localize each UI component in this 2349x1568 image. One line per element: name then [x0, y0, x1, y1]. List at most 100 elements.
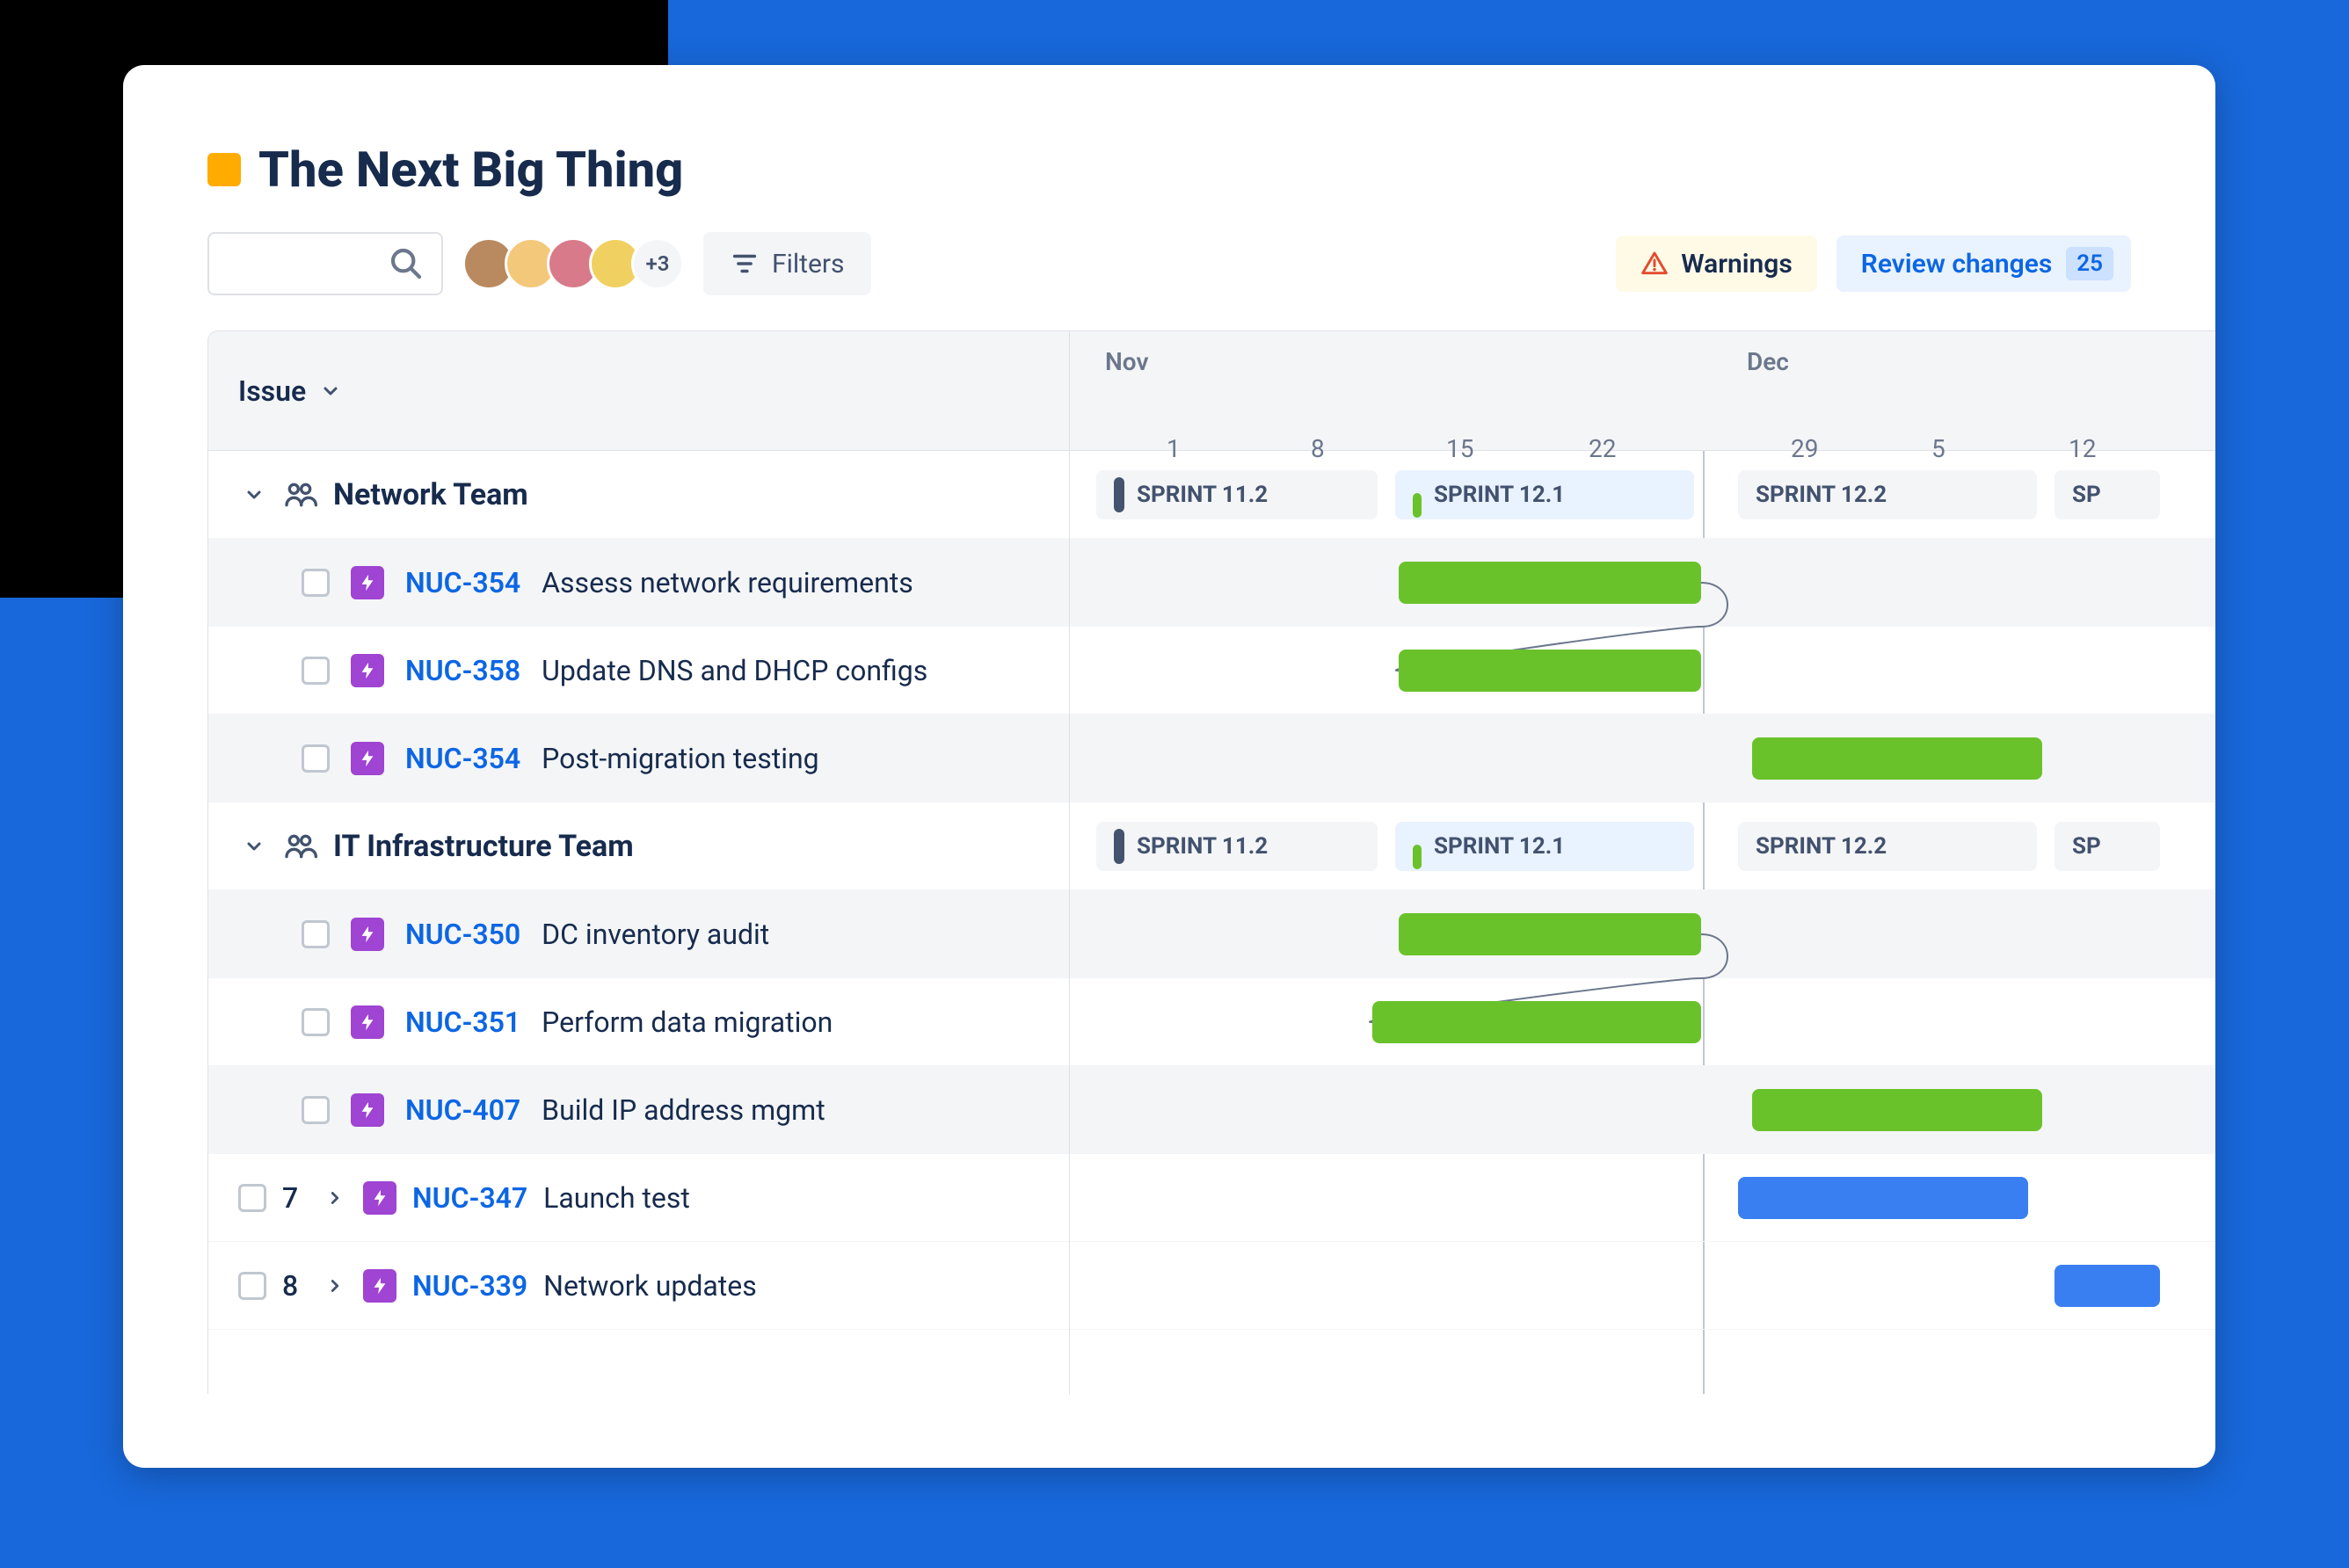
epic-icon: [351, 742, 384, 775]
warning-icon: [1640, 250, 1669, 278]
gantt-bar[interactable]: [1399, 913, 1701, 955]
team-icon: [282, 477, 317, 512]
epic-icon: [351, 654, 384, 687]
gantt-bar[interactable]: [1399, 650, 1701, 692]
epic-icon: [351, 1005, 384, 1039]
gantt-bar[interactable]: [1752, 1089, 2042, 1131]
sprint-label: SPRINT 11.2: [1137, 833, 1268, 860]
sprint-lane: SPRINT 11.2 SPRINT 12.1 SPRINT 12.2 SP: [1070, 802, 2215, 890]
issue-key[interactable]: NUC-354: [405, 742, 520, 775]
issue-key[interactable]: NUC-339: [412, 1269, 527, 1303]
issue-title: Build IP address mgmt: [542, 1093, 825, 1127]
sprint-lane: SPRINT 11.2 SPRINT 12.1 SPRINT 12.2 SP: [1070, 451, 2215, 539]
checkbox[interactable]: [302, 920, 330, 948]
column-header-issue[interactable]: Issue: [208, 331, 1069, 451]
sprint-chip[interactable]: SP: [2054, 470, 2160, 519]
issue-row[interactable]: NUC-358 Update DNS and DHCP configs: [208, 627, 1069, 715]
review-count: 25: [2066, 247, 2113, 280]
sprint-chip[interactable]: SP: [2054, 822, 2160, 871]
gantt-row: [1070, 978, 2215, 1066]
epic-icon: [363, 1181, 396, 1215]
issue-key[interactable]: NUC-351: [405, 1005, 520, 1039]
gantt-bar[interactable]: [1372, 1001, 1701, 1043]
timeline-header: NovDec 18152229512: [1070, 331, 2215, 451]
filter-icon: [730, 249, 760, 279]
issue-row[interactable]: NUC-407 Build IP address mgmt: [208, 1066, 1069, 1154]
issue-key[interactable]: NUC-354: [405, 566, 520, 599]
row-order: 7: [282, 1181, 307, 1215]
sprint-label: SP: [2072, 482, 2101, 508]
gantt-row: [1070, 890, 2215, 978]
sprint-chip[interactable]: SPRINT 12.2: [1738, 470, 2037, 519]
team-icon: [282, 829, 317, 864]
sprint-chip[interactable]: SPRINT 12.1: [1395, 822, 1694, 871]
checkbox[interactable]: [302, 744, 330, 773]
issue-key[interactable]: NUC-358: [405, 654, 520, 687]
group-title: IT Infrastructure Team: [333, 829, 634, 864]
sprint-label: SPRINT 11.2: [1137, 482, 1268, 508]
gantt-row: [1070, 1242, 2215, 1330]
chevron-right-icon[interactable]: [323, 1274, 347, 1298]
sprint-chip[interactable]: SPRINT 11.2: [1096, 822, 1378, 871]
issue-title: Post-migration testing: [542, 742, 818, 775]
issue-title: Perform data migration: [542, 1005, 833, 1039]
checkbox[interactable]: [302, 1096, 330, 1124]
sprint-label: SPRINT 12.2: [1756, 482, 1887, 508]
issue-row[interactable]: NUC-351 Perform data migration: [208, 978, 1069, 1066]
issue-key[interactable]: NUC-407: [405, 1093, 520, 1127]
warnings-label: Warnings: [1681, 249, 1793, 279]
gantt-bar[interactable]: [1752, 737, 2042, 780]
epic-icon: [363, 1269, 396, 1303]
avatar-more[interactable]: +3: [631, 237, 684, 290]
chevron-down-icon[interactable]: [242, 483, 266, 507]
sprint-chip[interactable]: SPRINT 12.2: [1738, 822, 2037, 871]
chevron-right-icon[interactable]: [323, 1186, 347, 1210]
month-label: Dec: [1747, 347, 1789, 376]
sprint-chip[interactable]: SPRINT 12.1: [1395, 470, 1694, 519]
sprint-handle-icon: [1114, 829, 1124, 864]
issue-row[interactable]: NUC-354 Assess network requirements: [208, 539, 1069, 627]
issue-row[interactable]: 8 NUC-339 Network updates: [208, 1242, 1069, 1330]
checkbox[interactable]: [238, 1272, 266, 1300]
epic-icon: [351, 918, 384, 951]
issue-title: Assess network requirements: [542, 566, 913, 599]
assignee-avatars[interactable]: +3: [462, 237, 684, 290]
issue-title: Network updates: [543, 1269, 757, 1303]
gantt-bar[interactable]: [1738, 1177, 2028, 1219]
sprint-label: SPRINT 12.2: [1756, 833, 1887, 860]
checkbox[interactable]: [302, 569, 330, 597]
filters-button[interactable]: Filters: [703, 232, 871, 295]
epic-icon: [351, 1093, 384, 1127]
group-title: Network Team: [333, 477, 528, 512]
checkbox[interactable]: [302, 1008, 330, 1036]
group-row[interactable]: IT Infrastructure Team: [208, 802, 1069, 890]
issue-row[interactable]: NUC-354 Post-migration testing: [208, 715, 1069, 802]
sprint-chip[interactable]: SPRINT 11.2: [1096, 470, 1378, 519]
issue-key[interactable]: NUC-347: [412, 1181, 527, 1215]
search-icon: [389, 246, 424, 281]
search-input[interactable]: [207, 232, 443, 295]
gantt-row: [1070, 715, 2215, 802]
chevron-down-icon[interactable]: [242, 834, 266, 859]
checkbox[interactable]: [238, 1184, 266, 1212]
review-label: Review changes: [1861, 249, 2052, 279]
review-changes-button[interactable]: Review changes 25: [1836, 236, 2131, 292]
sprint-handle-icon: [1413, 845, 1422, 869]
project-title: The Next Big Thing: [258, 141, 683, 199]
group-row[interactable]: Network Team: [208, 451, 1069, 539]
month-label: Nov: [1105, 347, 1148, 376]
issue-row[interactable]: NUC-350 DC inventory audit: [208, 890, 1069, 978]
checkbox[interactable]: [302, 657, 330, 685]
issue-title: DC inventory audit: [542, 918, 769, 951]
issue-key[interactable]: NUC-350: [405, 918, 520, 951]
epic-icon: [351, 566, 384, 599]
gantt-bar[interactable]: [2054, 1265, 2160, 1307]
warnings-button[interactable]: Warnings: [1616, 236, 1817, 292]
issue-title: Update DNS and DHCP configs: [542, 654, 927, 687]
filters-label: Filters: [772, 249, 845, 279]
issue-row[interactable]: 7 NUC-347 Launch test: [208, 1154, 1069, 1242]
gantt-row: [1070, 1154, 2215, 1242]
gantt-bar[interactable]: [1399, 562, 1701, 604]
chevron-down-icon: [320, 381, 341, 402]
sprint-handle-icon: [1413, 493, 1422, 518]
